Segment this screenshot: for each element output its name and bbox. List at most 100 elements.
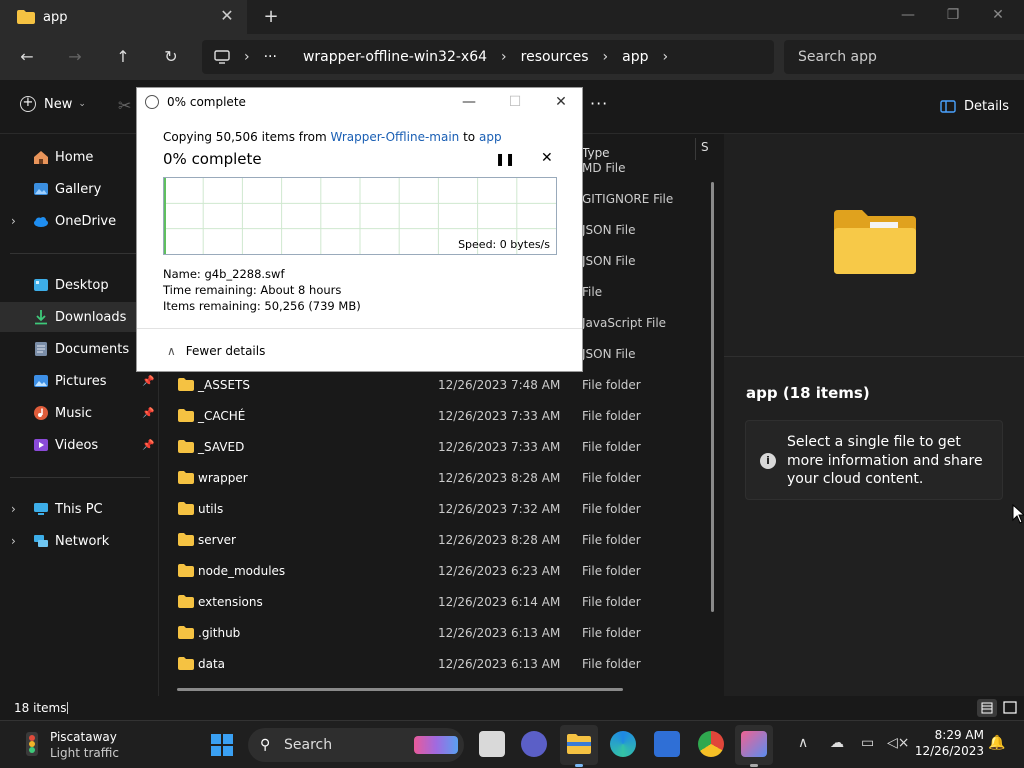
partial-type-cell: JSON File bbox=[582, 223, 636, 237]
sidebar-item-pictures[interactable]: Pictures 📌 bbox=[0, 366, 157, 396]
source-link[interactable]: Wrapper-Offline-main bbox=[331, 130, 460, 144]
sidebar-item-music[interactable]: Music 📌 bbox=[0, 398, 157, 428]
notification-bell-icon[interactable]: 🔔 bbox=[988, 735, 1005, 751]
table-row[interactable]: server 12/26/2023 8:28 AM File folder bbox=[168, 525, 706, 555]
taskbar: Piscataway Light traffic ⚲ Search ∧ ☁ ▭ … bbox=[0, 720, 1024, 768]
chevron-right-icon[interactable]: › bbox=[662, 49, 668, 65]
forward-arrow-icon[interactable]: → bbox=[62, 44, 88, 70]
restore-button[interactable]: ❐ bbox=[938, 4, 968, 26]
breadcrumb-ellipsis[interactable]: ··· bbox=[264, 49, 277, 65]
sidebar-item-onedrive[interactable]: › OneDrive bbox=[0, 206, 157, 236]
details-button[interactable]: Details bbox=[940, 99, 1009, 114]
chevron-right-icon[interactable]: › bbox=[603, 49, 609, 65]
dialog-close-button[interactable]: ✕ bbox=[549, 92, 573, 112]
meet-icon[interactable] bbox=[521, 731, 547, 757]
network-icon[interactable]: ▭ bbox=[861, 735, 874, 751]
breadcrumb-item[interactable]: app bbox=[622, 49, 648, 65]
status-bar: 18 items bbox=[0, 696, 1024, 720]
folder-icon bbox=[178, 409, 194, 422]
fewer-details-button[interactable]: ∧ Fewer details bbox=[167, 344, 265, 358]
taskbar-search[interactable]: ⚲ Search bbox=[248, 728, 464, 762]
sidebar-item-network[interactable]: › Network bbox=[0, 526, 157, 556]
column-divider[interactable] bbox=[695, 138, 696, 160]
pin-icon[interactable]: 📌 bbox=[142, 376, 154, 387]
copy-summary: Copying 50,506 items from Wrapper-Offlin… bbox=[163, 130, 502, 144]
horizontal-scrollbar[interactable] bbox=[177, 688, 623, 691]
sidebar-item-documents[interactable]: Documents bbox=[0, 334, 157, 364]
dialog-maximize-button[interactable]: ☐ bbox=[503, 92, 527, 112]
sidebar-item-label: Documents bbox=[55, 341, 130, 357]
close-window-button[interactable]: ✕ bbox=[983, 4, 1013, 26]
back-arrow-icon[interactable]: ← bbox=[14, 44, 40, 70]
breadcrumb[interactable]: › ··· wrapper-offline-win32-x64 › resour… bbox=[202, 40, 774, 74]
tiles-view-icon[interactable] bbox=[1000, 699, 1020, 717]
pin-icon[interactable]: 📌 bbox=[142, 408, 154, 419]
sidebar-item-downloads[interactable]: Downloads bbox=[0, 302, 157, 332]
weather-city: Piscataway bbox=[50, 730, 117, 744]
chrome-icon[interactable] bbox=[698, 731, 724, 757]
table-row[interactable]: data 12/26/2023 6:13 AM File folder bbox=[168, 649, 706, 679]
cloud-offline-icon[interactable]: ☁ bbox=[830, 735, 844, 751]
dialog-minimize-button[interactable]: — bbox=[457, 92, 481, 112]
weather-widget[interactable]: Piscataway Light traffic bbox=[18, 729, 178, 761]
chevron-right-icon[interactable]: › bbox=[11, 214, 16, 228]
vertical-scrollbar[interactable] bbox=[711, 182, 714, 612]
up-arrow-icon[interactable]: ↑ bbox=[110, 44, 136, 70]
sidebar-item-desktop[interactable]: Desktop bbox=[0, 270, 157, 300]
sidebar-item-this-pc[interactable]: › This PC bbox=[0, 494, 157, 524]
column-header-size[interactable]: S bbox=[701, 140, 709, 154]
tab-close-icon[interactable]: ✕ bbox=[219, 8, 235, 24]
monitor-icon[interactable] bbox=[214, 50, 230, 64]
table-row[interactable]: utils 12/26/2023 7:32 AM File folder bbox=[168, 494, 706, 524]
details-view-icon[interactable] bbox=[977, 699, 997, 717]
task-view-icon[interactable] bbox=[479, 731, 505, 757]
chevron-right-icon[interactable]: › bbox=[244, 49, 250, 65]
pin-icon[interactable]: 📌 bbox=[142, 440, 154, 451]
minimize-button[interactable]: — bbox=[893, 4, 923, 26]
more-options-button[interactable]: ··· bbox=[590, 94, 608, 113]
folder-icon bbox=[17, 10, 35, 24]
sidebar-item-videos[interactable]: Videos 📌 bbox=[0, 430, 157, 460]
volume-muted-icon[interactable]: ◁× bbox=[887, 735, 910, 751]
table-row[interactable]: _ASSETS 12/26/2023 7:48 AM File folder bbox=[168, 370, 706, 400]
pause-icon[interactable]: ❚❚ bbox=[495, 152, 515, 166]
table-row[interactable]: wrapper 12/26/2023 8:28 AM File folder bbox=[168, 463, 706, 493]
table-row[interactable]: extensions 12/26/2023 6:14 AM File folde… bbox=[168, 587, 706, 617]
cut-icon[interactable]: ✂ bbox=[118, 96, 131, 115]
table-row[interactable]: .github 12/26/2023 6:13 AM File folder bbox=[168, 618, 706, 648]
chevron-right-icon[interactable]: › bbox=[501, 49, 507, 65]
store-icon[interactable] bbox=[654, 731, 680, 757]
refresh-icon[interactable]: ↻ bbox=[158, 44, 184, 70]
sidebar-item-gallery[interactable]: Gallery bbox=[0, 174, 157, 204]
chevron-right-icon[interactable]: › bbox=[11, 502, 16, 516]
column-header-type[interactable]: Type bbox=[582, 146, 610, 160]
status-divider bbox=[67, 702, 68, 714]
clock[interactable]: 8:29 AM 12/26/2023 bbox=[910, 728, 984, 758]
partial-type-cell: GITIGNORE File bbox=[582, 192, 674, 206]
breadcrumb-item[interactable]: wrapper-offline-win32-x64 bbox=[303, 49, 487, 65]
percent-complete: 0% complete bbox=[163, 150, 262, 168]
edge-icon[interactable] bbox=[610, 731, 636, 757]
table-row[interactable]: _CACHÉ 12/26/2023 7:33 AM File folder bbox=[168, 401, 706, 431]
chevron-up-icon[interactable]: ∧ bbox=[798, 735, 808, 751]
wrapper-offline-icon[interactable] bbox=[741, 731, 767, 757]
dest-link[interactable]: app bbox=[479, 130, 502, 144]
file-date: 12/26/2023 6:13 AM bbox=[438, 657, 561, 671]
desktop-icon bbox=[34, 279, 48, 291]
file-explorer-icon[interactable] bbox=[566, 731, 592, 757]
search-input[interactable]: Search app bbox=[784, 40, 1024, 74]
tab-app[interactable]: app ✕ bbox=[0, 0, 247, 34]
new-button[interactable]: + New ⌄ bbox=[20, 96, 86, 112]
new-tab-button[interactable]: + bbox=[260, 6, 282, 28]
sidebar-item-home[interactable]: Home bbox=[0, 142, 157, 172]
document-icon bbox=[35, 342, 47, 356]
dialog-divider bbox=[137, 328, 582, 329]
file-name: node_modules bbox=[198, 564, 286, 578]
cancel-icon[interactable]: ✕ bbox=[541, 150, 553, 166]
computer-icon bbox=[34, 503, 48, 515]
table-row[interactable]: node_modules 12/26/2023 6:23 AM File fol… bbox=[168, 556, 706, 586]
windows-start-icon[interactable] bbox=[210, 733, 234, 757]
breadcrumb-item[interactable]: resources bbox=[521, 49, 589, 65]
chevron-right-icon[interactable]: › bbox=[11, 534, 16, 548]
table-row[interactable]: _SAVED 12/26/2023 7:33 AM File folder bbox=[168, 432, 706, 462]
